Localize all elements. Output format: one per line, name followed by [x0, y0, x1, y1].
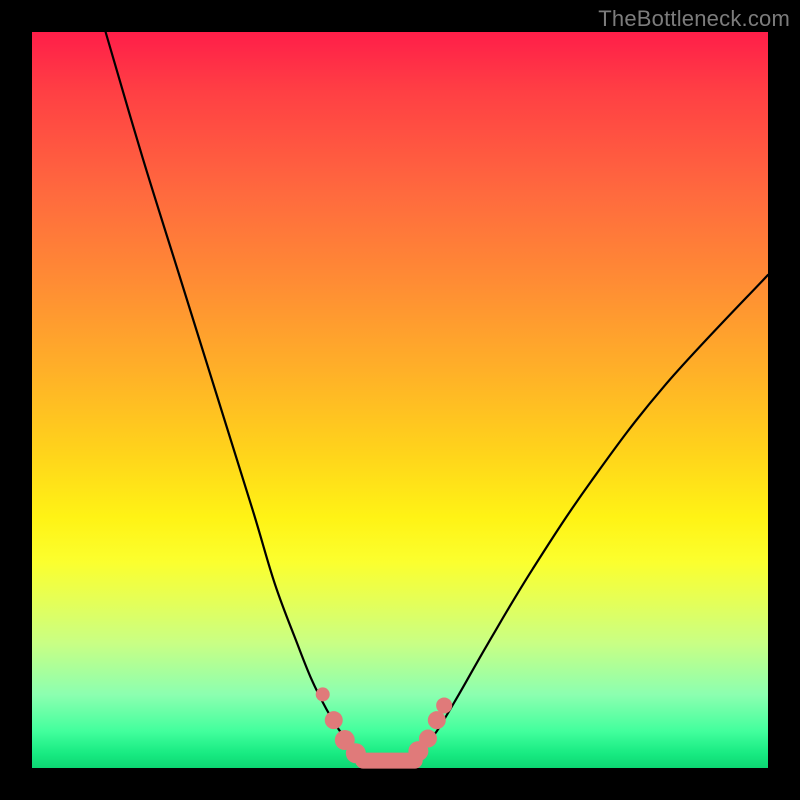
- chart-frame: TheBottleneck.com: [0, 0, 800, 800]
- highlight-dot: [325, 711, 343, 729]
- right-curve: [415, 275, 768, 757]
- plot-area: [32, 32, 768, 768]
- left-curve: [106, 32, 364, 757]
- highlight-dot: [428, 711, 446, 729]
- curve-layer: [32, 32, 768, 768]
- highlight-dot: [436, 697, 452, 713]
- watermark-text: TheBottleneck.com: [598, 6, 790, 32]
- highlight-dots: [316, 687, 452, 763]
- highlight-dot: [316, 687, 330, 701]
- highlight-dot: [346, 743, 366, 763]
- highlight-dot: [419, 730, 437, 748]
